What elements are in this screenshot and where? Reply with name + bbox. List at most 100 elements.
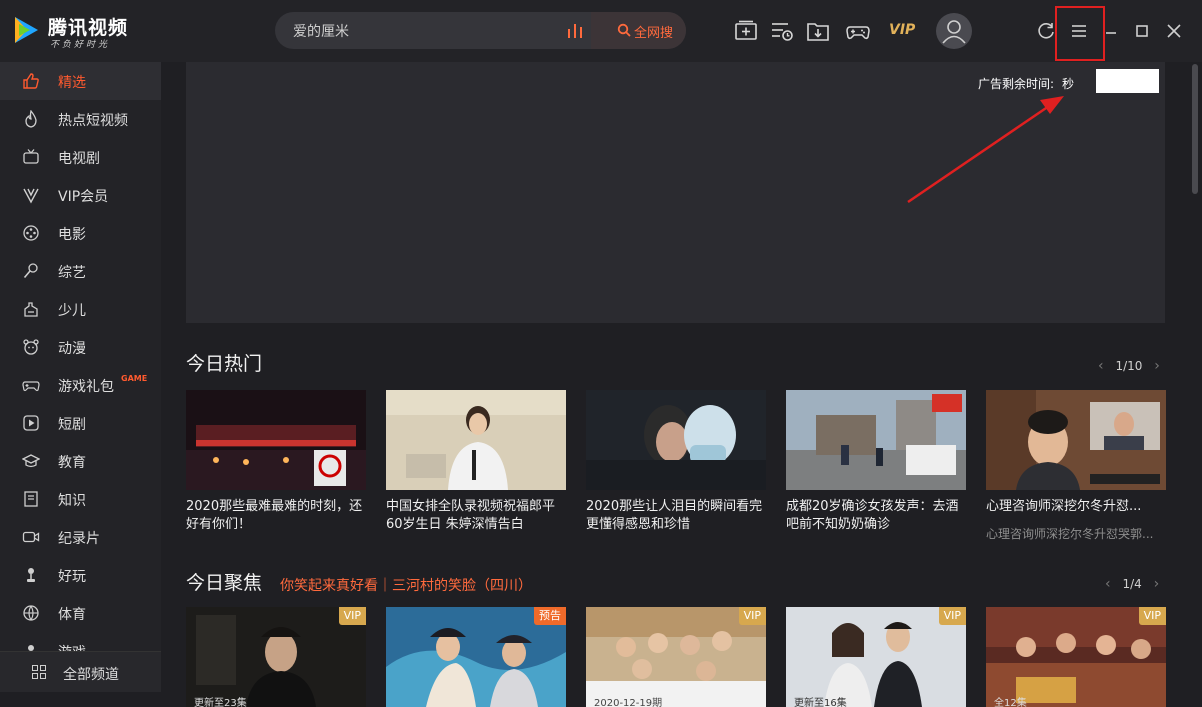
video-title[interactable]: 2020那些让人泪目的瞬间看完更懂得感恩和珍惜 xyxy=(586,498,770,534)
all-channels-label: 全部频道 xyxy=(63,667,119,683)
episode-caption: 2020-12-19期 xyxy=(594,698,663,707)
video-title[interactable]: 心理咨询师深挖尔冬升怼... xyxy=(986,498,1170,516)
video-thumbnail xyxy=(186,390,366,490)
sidebar-item-movie[interactable]: 电影 xyxy=(0,214,161,252)
prev-page-button[interactable]: ‹ xyxy=(1105,576,1111,592)
vip-badge: VIP xyxy=(1138,607,1166,625)
sidebar-item-label: 电视剧 xyxy=(58,151,100,167)
app-logo[interactable]: 腾讯视频 不负好时光 xyxy=(10,12,150,50)
section-title-hot: 今日热门 xyxy=(186,353,263,375)
sidebar-item-sports[interactable]: 体育 xyxy=(0,594,161,632)
maximize-icon[interactable] xyxy=(1131,20,1153,42)
focus-pager: ‹ 1/4 › xyxy=(1105,576,1159,592)
next-page-button[interactable]: › xyxy=(1154,358,1160,374)
hot-pager: ‹ 1/10 › xyxy=(1098,358,1160,374)
bear-icon xyxy=(23,339,39,355)
film-reel-icon xyxy=(23,225,39,241)
section-title-focus: 今日聚焦 xyxy=(186,572,263,594)
sidebar-item-knowledge[interactable]: 知识 xyxy=(0,480,161,518)
basketball-icon xyxy=(23,605,39,621)
bar-chart-icon[interactable] xyxy=(567,23,583,38)
video-title[interactable]: 中国女排全队录视频祝福郎平60岁生日 朱婷深情告白 xyxy=(386,498,570,534)
sidebar-item-fun[interactable]: 好玩 xyxy=(0,556,161,594)
episode-caption: 更新至16集 xyxy=(794,698,847,707)
avatar-icon xyxy=(942,20,966,44)
main-scrollbar[interactable] xyxy=(1190,62,1200,692)
game-tag: GAME xyxy=(121,374,148,383)
video-thumbnail: VIP 全12集 xyxy=(986,607,1166,707)
next-page-button[interactable]: › xyxy=(1154,576,1160,592)
sidebar-item-tv-series[interactable]: 电视剧 xyxy=(0,138,161,176)
sidebar-item-label: 体育 xyxy=(58,607,86,623)
episode-caption: 全12集 xyxy=(994,698,1027,707)
search-all-button[interactable]: 全网搜 xyxy=(591,12,686,49)
app-name: 腾讯视频 xyxy=(48,17,129,39)
ad-skip-area[interactable] xyxy=(1096,69,1159,93)
scrollbar-thumb[interactable] xyxy=(1192,64,1198,194)
flame-icon xyxy=(25,110,37,128)
joystick-icon xyxy=(27,568,35,582)
app-slogan: 不负好时光 xyxy=(50,40,111,50)
search-bar: 全网搜 xyxy=(275,12,686,49)
prev-page-button[interactable]: ‹ xyxy=(1098,358,1104,374)
camera-icon xyxy=(22,531,40,543)
video-thumbnail: VIP 更新至16集 xyxy=(786,607,966,707)
sidebar-item-label: 少儿 xyxy=(58,303,86,319)
search-button-label: 全网搜 xyxy=(634,26,674,41)
minimize-icon[interactable] xyxy=(1100,20,1122,42)
sidebar-item-label: 热点短视频 xyxy=(58,113,128,129)
video-thumbnail xyxy=(786,390,966,490)
playlist-icon[interactable] xyxy=(770,19,794,43)
video-thumbnail xyxy=(386,390,566,490)
search-input[interactable] xyxy=(275,12,565,49)
sidebar-item-label: 综艺 xyxy=(58,265,86,281)
gamepad-icon xyxy=(22,381,40,392)
sidebar-item-variety[interactable]: 综艺 xyxy=(0,252,161,290)
sidebar-item-label: 纪录片 xyxy=(58,531,100,547)
add-video-icon[interactable] xyxy=(734,19,758,43)
thumbs-up-icon xyxy=(23,73,39,89)
video-thumbnail: VIP 2020-12-19期 xyxy=(586,607,766,707)
sidebar-item-label: 教育 xyxy=(58,455,86,471)
vip-badge: VIP xyxy=(938,607,966,625)
play-square-icon xyxy=(23,415,39,431)
sidebar-item-label: 短剧 xyxy=(58,417,86,433)
grid-icon xyxy=(32,665,46,679)
menu-icon[interactable] xyxy=(1068,20,1090,42)
video-title[interactable]: 2020那些最难最难的时刻，还好有你们！ xyxy=(186,498,370,534)
video-title[interactable]: 成都20岁确诊女孩发声：去酒吧前不知奶奶确诊 xyxy=(786,498,970,534)
sidebar-item-education[interactable]: 教育 xyxy=(0,442,161,480)
video-thumbnail xyxy=(986,390,1166,490)
kid-icon xyxy=(24,302,38,317)
vip-icon xyxy=(23,188,39,204)
focus-subtitle-link[interactable]: 你笑起来真好看｜三河村的笑脸（四川） xyxy=(280,575,532,595)
close-icon[interactable] xyxy=(1163,20,1185,42)
all-channels-button[interactable]: 全部频道 xyxy=(0,651,161,692)
sidebar-item-vip[interactable]: VIP会员 xyxy=(0,176,161,214)
sidebar-item-anime[interactable]: 动漫 xyxy=(0,328,161,366)
top-bar: 腾讯视频 不负好时光 全网搜 xyxy=(0,0,1202,62)
refresh-icon[interactable] xyxy=(1035,20,1057,42)
sidebar-item-short-drama[interactable]: 短剧 xyxy=(0,404,161,442)
vip-button[interactable]: VIP xyxy=(889,22,915,38)
ad-player[interactable]: 广告剩余时间: 秒 xyxy=(186,62,1165,323)
preview-badge: 预告 xyxy=(534,607,566,625)
sidebar-item-kids[interactable]: 少儿 xyxy=(0,290,161,328)
sidebar-item-hot-short-video[interactable]: 热点短视频 xyxy=(0,100,161,138)
download-icon[interactable] xyxy=(806,19,830,43)
sidebar-item-label: 动漫 xyxy=(58,341,86,357)
sidebar-item-label: 精选 xyxy=(58,75,86,91)
page-indicator: 1/10 xyxy=(1115,359,1143,373)
vip-badge: VIP xyxy=(338,607,366,625)
sidebar-item-label: 好玩 xyxy=(58,569,86,585)
sidebar-item-label: 电影 xyxy=(58,227,86,243)
search-icon xyxy=(617,23,631,37)
sidebar-item-documentary[interactable]: 纪录片 xyxy=(0,518,161,556)
sidebar-item-game-gift[interactable]: 游戏礼包 GAME xyxy=(0,366,161,404)
sidebar-item-featured[interactable]: 精选 xyxy=(0,62,161,100)
avatar[interactable] xyxy=(936,13,972,49)
sidebar-item-label: 知识 xyxy=(58,493,86,509)
gamepad-icon[interactable] xyxy=(846,19,870,43)
vip-badge: VIP xyxy=(738,607,766,625)
page-indicator: 1/4 xyxy=(1122,577,1142,591)
